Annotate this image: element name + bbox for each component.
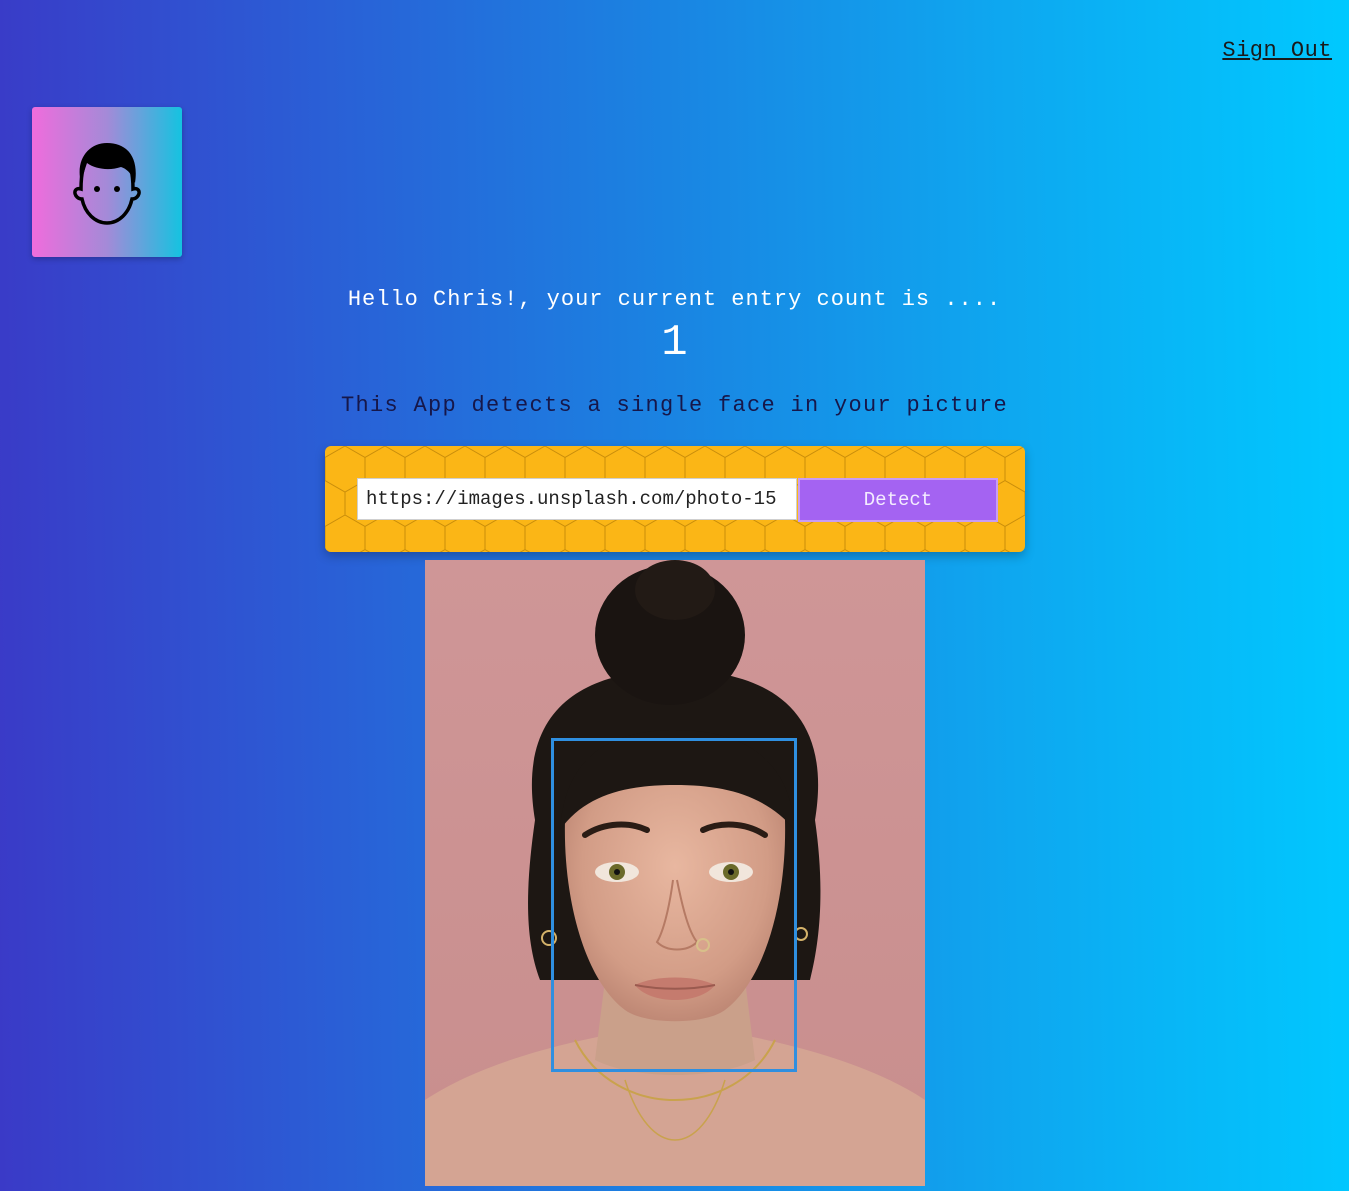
face-outline-icon: [73, 143, 141, 225]
image-link-form: Detect: [325, 446, 1025, 552]
logo: [32, 107, 182, 257]
image-url-input[interactable]: [357, 478, 797, 520]
entry-count: 1: [661, 318, 688, 368]
face-bounding-box: [551, 738, 797, 1072]
app-description: This App detects a single face in your p…: [340, 393, 1009, 418]
face-image: [425, 560, 925, 1186]
detect-button[interactable]: Detect: [798, 478, 998, 522]
sign-out-link[interactable]: Sign Out: [1222, 38, 1332, 63]
greeting-text: Hello Chris!, your current entry count i…: [347, 287, 1002, 312]
